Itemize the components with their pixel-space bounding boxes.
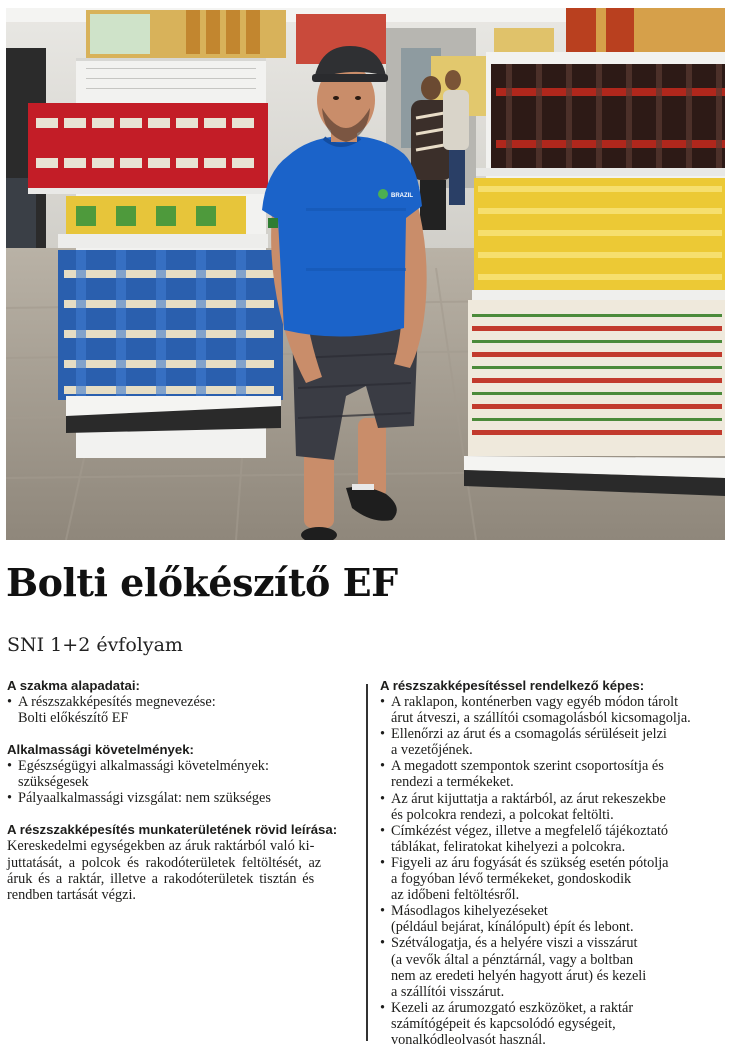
description-section: A részszakképesítés munkaterületének röv…: [7, 822, 352, 902]
list-item: Ellenőrzi az árut és a csomagolás sérülé…: [380, 726, 725, 758]
skill-line: Másodlagos kihelyezéseket: [391, 903, 548, 920]
skill-line: az időbeni feltöltésről.: [391, 887, 520, 904]
list-item: Az árut kijuttatja a raktárból, az árut …: [380, 791, 725, 823]
skill-line: számítógépeit és kapcsolódó egységeit,: [391, 1015, 616, 1032]
skill-line: a vezetőjének.: [391, 742, 473, 759]
page-subtitle: SNI 1+2 évfolyam: [7, 634, 183, 656]
list-item: A raklapon, konténerben vagy egyéb módon…: [380, 694, 725, 726]
store-photo-illustration: BRAZIL: [6, 8, 725, 540]
list-item: A megadott szempontok szerint csoportosí…: [380, 758, 725, 790]
basics-list: A részszakképesítés megnevezése: Bolti e…: [7, 694, 352, 726]
list-item: A részszakképesítés megnevezése: Bolti e…: [7, 694, 352, 726]
skill-line: Ellenőrzi az árut és a csomagolás sérülé…: [391, 726, 667, 743]
skill-line: A raklapon, konténerben vagy egyéb módon…: [391, 694, 679, 710]
list-item: Kezeli az árumozgató eszközöket, a raktá…: [380, 1000, 725, 1048]
skill-line: Kezeli az árumozgató eszközöket, a raktá…: [391, 999, 634, 1016]
list-item: Szétválogatja, és a helyére viszi a viss…: [380, 935, 725, 999]
page-title: Bolti előkészítő EF: [6, 560, 398, 605]
skill-line: táblákat, feliratokat kihelyezi a polcok…: [391, 838, 626, 855]
left-column: A szakma alapadatai: A részszakképesítés…: [7, 678, 352, 919]
skill-line: Szétválogatja, és a helyére viszi a viss…: [391, 935, 638, 952]
description-line: áruk és a raktár, illetve a rakodóterüle…: [7, 870, 315, 887]
requirement-line: Egészségügyi alkalmassági követelmények:: [18, 758, 269, 775]
right-column: A részszakképesítéssel rendelkező képes:…: [380, 678, 725, 1048]
list-item: Figyeli az áru fogyását és szükség eseté…: [380, 855, 725, 903]
column-divider: [366, 684, 368, 1041]
skill-line: nem az eredeti helyén hagyott árut) és k…: [391, 967, 647, 984]
requirement-line: Pályaalkalmassági vizsgálat: nem szükség…: [18, 790, 271, 807]
list-item: Pályaalkalmassági vizsgálat: nem szükség…: [7, 790, 352, 806]
skills-list: A raklapon, konténerben vagy egyéb módon…: [380, 694, 725, 1048]
basics-item-label: A részszakképesítés megnevezése:: [18, 694, 216, 710]
basics-heading: A szakma alapadatai:: [7, 678, 140, 693]
basics-item-value: Bolti előkészítő EF: [18, 710, 129, 727]
requirements-section: Alkalmassági követelmények: Egészségügyi…: [7, 742, 352, 806]
skill-line: Figyeli az áru fogyását és szükség eseté…: [391, 854, 669, 871]
skill-line: a fogyóban lévő termékeket, gondoskodik: [391, 871, 632, 888]
store-photo: BRAZIL: [6, 8, 725, 540]
skill-line: árut átveszi, a szállítói csomagolásból …: [391, 710, 691, 727]
requirements-heading: Alkalmassági követelmények:: [7, 742, 194, 758]
skill-line: A megadott szempontok szerint csoportosí…: [391, 758, 664, 775]
requirements-list: Egészségügyi alkalmassági követelmények:…: [7, 758, 352, 806]
skill-line: (a vevők által a pénztárnál, vagy a bolt…: [391, 951, 634, 968]
skill-line: és polcokra rendezi, a polcokat feltölti…: [391, 806, 614, 823]
description-line: Kereskedelmi egységekben az áruk raktárb…: [7, 838, 315, 855]
skill-line: Az árut kijuttatja a raktárból, az árut …: [391, 790, 666, 807]
basics-section: A szakma alapadatai: A részszakképesítés…: [7, 678, 352, 726]
shirt-logo-text: BRAZIL: [391, 193, 413, 199]
list-item: Címkézést végez, illetve a megfelelő táj…: [380, 823, 725, 855]
description-line: juttatását, a polcok és rakodóterületek …: [7, 854, 322, 871]
description-line: rendben tartását végzi.: [7, 886, 137, 903]
skill-line: a szállítói visszárut.: [391, 983, 505, 1000]
skill-line: rendezi a termékeket.: [391, 774, 514, 791]
skill-line: (például bejárat, kínálópult) épít és le…: [391, 919, 634, 936]
description-text: Kereskedelmi egységekben az áruk raktárb…: [7, 838, 352, 902]
list-item: Másodlagos kihelyezéseket (például bejár…: [380, 903, 725, 935]
skills-heading: A részszakképesítéssel rendelkező képes:: [380, 678, 645, 693]
skill-line: Címkézést végez, illetve a megfelelő táj…: [391, 822, 669, 839]
requirement-line: szükségesek: [18, 774, 89, 791]
list-item: Egészségügyi alkalmassági követelmények:…: [7, 758, 352, 790]
skill-line: vonalkódleolvasót használ.: [391, 1031, 546, 1048]
description-heading: A részszakképesítés munkaterületének röv…: [7, 822, 338, 838]
